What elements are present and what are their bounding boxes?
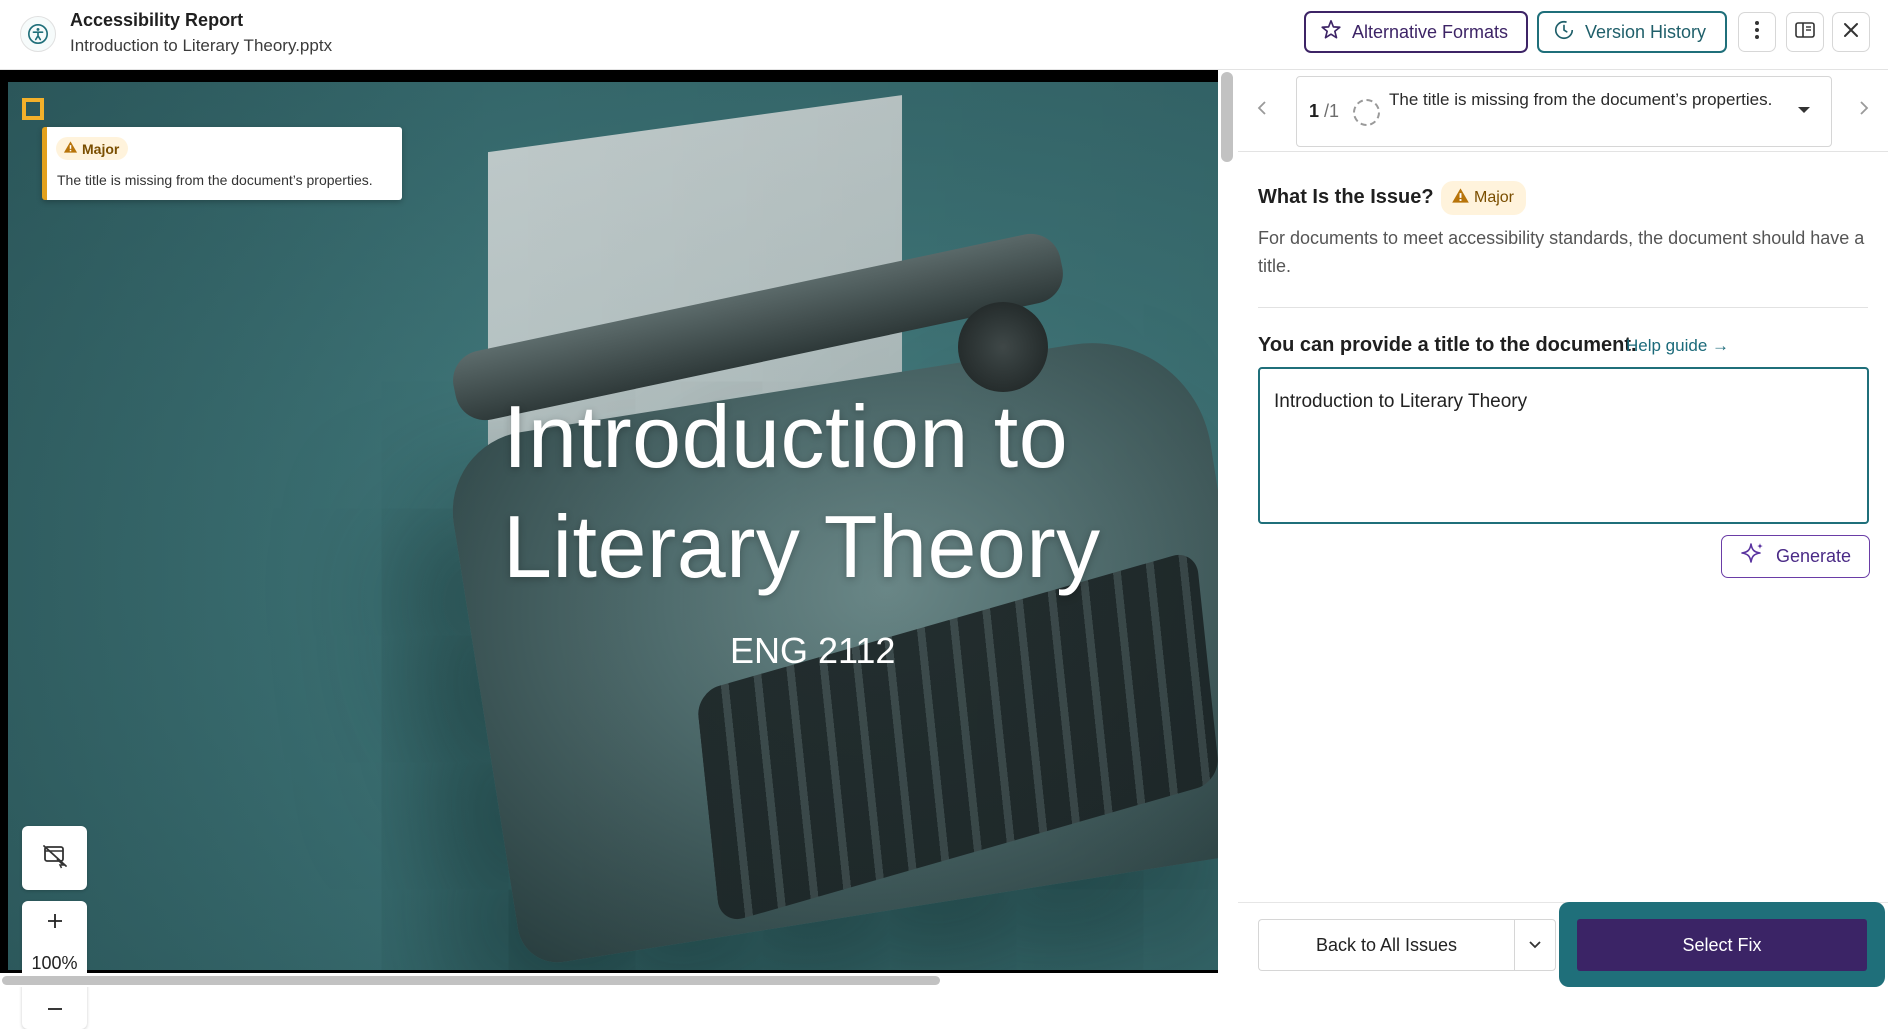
chevron-right-icon [1859,100,1869,121]
more-options-button[interactable] [1738,12,1776,52]
divider [1258,307,1868,308]
severity-label: Major [82,140,120,157]
app-header: Accessibility Report Introduction to Lit… [0,0,1888,70]
toggle-layout-button[interactable] [1786,12,1824,52]
chevron-down-icon [1528,936,1542,954]
document-title-input[interactable]: Introduction to Literary Theory [1258,367,1869,524]
slide-title-line-2: Literary Theory [503,497,1101,596]
severity-badge: Major [1441,181,1527,215]
issue-counter: 1 /1 [1309,101,1339,122]
issue-tooltip: Major The title is missing from the docu… [42,127,402,200]
history-icon [1553,19,1575,46]
toggle-annotations-button[interactable] [22,826,87,890]
next-issue-button[interactable] [1848,90,1880,130]
document-name: Introduction to Literary Theory.pptx [70,36,333,55]
help-guide-link[interactable]: Help guide → [1626,336,1729,356]
severity-badge: Major [56,137,129,160]
zoom-out-button[interactable] [22,989,87,1025]
selected-issue-text: The title is missing from the document’s… [1389,90,1773,109]
fix-heading: You can provide a title to the document. [1258,334,1637,356]
slide-title: Introduction to Literary Theory [503,382,1203,602]
chevron-left-icon [1257,100,1267,121]
warning-icon [63,140,78,157]
plus-icon [47,913,63,934]
zoom-in-button[interactable] [22,905,87,941]
panel-layout-icon [1795,21,1815,43]
issue-dropdown[interactable]: 1 /1 The title is missing from the docum… [1296,76,1832,147]
hide-annotations-icon [41,842,69,875]
generate-button[interactable]: Generate [1721,535,1870,578]
more-vertical-icon [1754,20,1760,45]
alternative-formats-button[interactable]: Alternative Formats [1304,11,1528,53]
tooltip-text: The title is missing from the document’s… [57,172,373,188]
app-title: Accessibility Report [70,10,244,30]
zoom-level: 100% [31,953,78,973]
zoom-control: 100% [22,901,87,1029]
select-fix-button[interactable]: Select Fix [1577,919,1867,971]
back-options-dropdown[interactable] [1514,919,1556,971]
close-icon [1843,22,1859,43]
star-person-icon [1320,19,1342,46]
issue-status-icon [1353,99,1380,126]
previous-issue-button[interactable] [1246,90,1278,130]
issue-heading: What Is the Issue? [1258,186,1434,208]
document-viewer: Introduction to Literary Theory ENG 2112… [0,70,1238,1029]
issue-marker[interactable] [22,98,44,120]
minus-icon [47,998,63,1016]
version-history-button[interactable]: Version History [1537,11,1727,53]
issue-description: For documents to meet accessibility stan… [1258,228,1865,276]
slide-canvas: Introduction to Literary Theory ENG 2112… [8,82,1218,970]
accessibility-icon [20,16,56,52]
close-button[interactable] [1832,12,1870,52]
issue-total: /1 [1324,101,1340,121]
severity-label: Major [1474,189,1515,206]
issue-current: 1 [1309,101,1320,121]
issue-panel: 1 /1 The title is missing from the docum… [1238,70,1888,987]
vertical-scrollbar[interactable] [1218,70,1238,987]
sparkle-icon [1740,541,1766,572]
chevron-down-icon [1797,102,1811,120]
generate-label: Generate [1775,546,1852,566]
slide-subtitle: ENG 2112 [730,630,896,671]
version-history-label: Version History [1585,21,1707,42]
slide-title-line-1: Introduction to [503,387,1069,486]
back-to-all-issues-button[interactable]: Back to All Issues [1258,919,1514,971]
alternative-formats-label: Alternative Formats [1352,21,1509,42]
vertical-scrollbar-thumb[interactable] [1221,72,1233,162]
warning-icon [1451,187,1470,209]
horizontal-scrollbar-thumb[interactable] [2,976,940,985]
issue-navigation: 1 /1 The title is missing from the docum… [1238,70,1888,152]
